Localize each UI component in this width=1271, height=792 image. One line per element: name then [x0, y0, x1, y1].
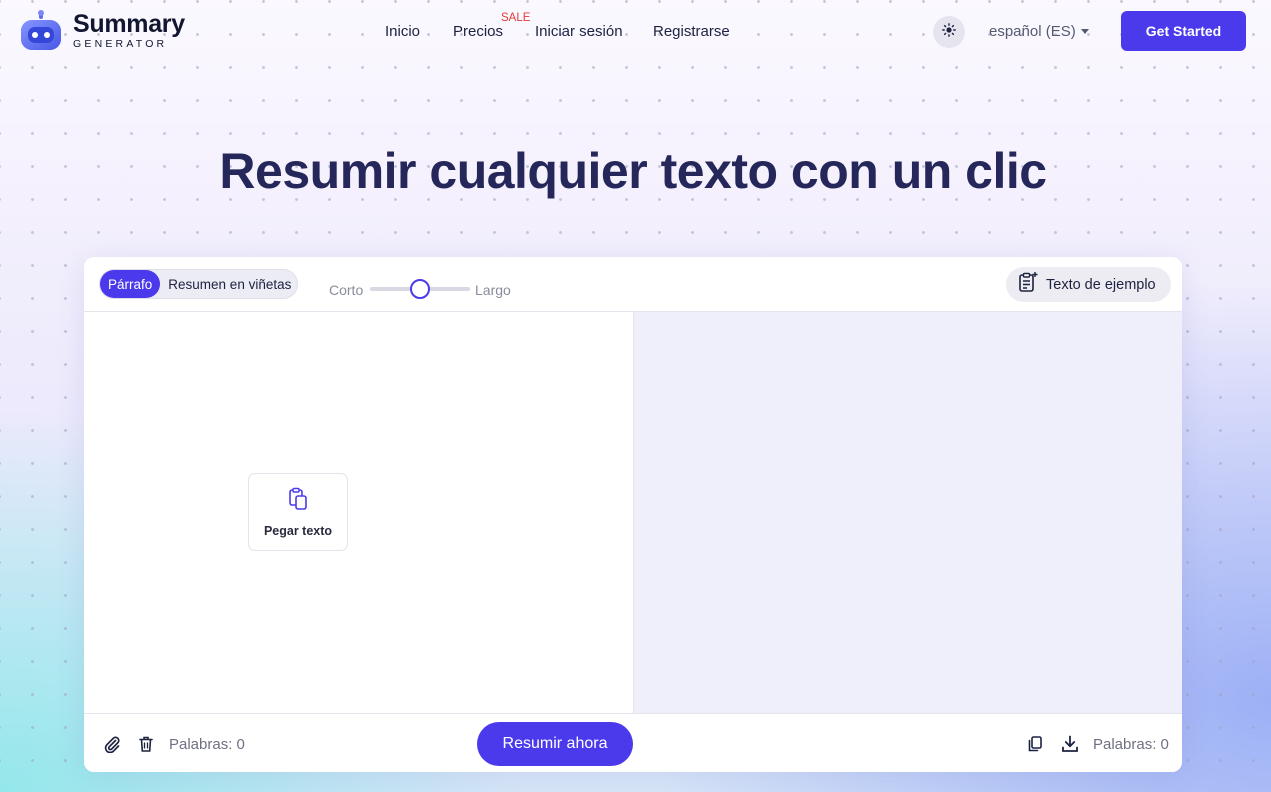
site-header: Summary GENERATOR Inicio Precios Iniciar…	[0, 0, 1271, 62]
input-word-count: Palabras: 0	[169, 736, 245, 753]
download-icon[interactable]	[1061, 735, 1079, 753]
summarize-now-button[interactable]: Resumir ahora	[477, 722, 633, 766]
paste-clipboard-icon	[287, 487, 309, 516]
editor-footer: Palabras: 0 Resumir ahora Palabras: 0	[84, 713, 1182, 772]
nav-item-inicio[interactable]: Inicio	[385, 23, 420, 40]
length-max-label: Largo	[475, 282, 511, 298]
editor-toolbar: Párrafo Resumen en viñetas Corto Largo T…	[84, 257, 1182, 312]
length-min-label: Corto	[329, 282, 364, 298]
sale-badge: SALE	[501, 12, 531, 24]
brand-logo[interactable]: Summary GENERATOR	[19, 10, 185, 52]
theme-toggle-button[interactable]	[933, 16, 965, 48]
brand-tagline: GENERATOR	[73, 38, 168, 51]
language-label: español (ES)	[989, 23, 1076, 40]
chevron-down-icon	[1080, 29, 1089, 34]
get-started-button[interactable]: Get Started	[1121, 11, 1246, 51]
sample-text-button[interactable]: Texto de ejemplo	[1006, 267, 1171, 302]
brand-name: Summary	[73, 10, 185, 39]
paste-text-button[interactable]: Pegar texto	[248, 473, 348, 551]
language-select[interactable]: español (ES)	[989, 23, 1089, 40]
length-slider-thumb[interactable]	[410, 279, 430, 299]
paste-text-label: Pegar texto	[263, 523, 333, 538]
output-pane	[633, 312, 1182, 713]
nav-item-iniciar-sesion[interactable]: Iniciar sesión	[535, 23, 623, 40]
sample-text-label: Texto de ejemplo	[1046, 276, 1156, 293]
nav-item-precios[interactable]: Precios	[453, 23, 503, 40]
page-title: Resumir cualquier texto con un clic	[219, 143, 1047, 199]
input-pane[interactable]: Pegar texto	[84, 312, 633, 713]
mode-toggle: Párrafo Resumen en viñetas	[99, 269, 298, 299]
robot-logo-icon	[19, 10, 63, 52]
sun-icon	[942, 22, 956, 42]
clipboard-plus-icon	[1018, 271, 1038, 298]
copy-icon[interactable]	[1026, 735, 1044, 753]
trash-icon[interactable]	[137, 735, 155, 753]
nav-item-registrarse[interactable]: Registrarse	[653, 23, 730, 40]
mode-paragraph-button[interactable]: Párrafo	[100, 270, 161, 298]
summarizer-card: Párrafo Resumen en viñetas Corto Largo T…	[84, 257, 1182, 772]
output-word-count: Palabras: 0	[1093, 736, 1169, 753]
paperclip-icon[interactable]	[103, 735, 121, 754]
mode-bullets-button[interactable]: Resumen en viñetas	[168, 277, 291, 292]
